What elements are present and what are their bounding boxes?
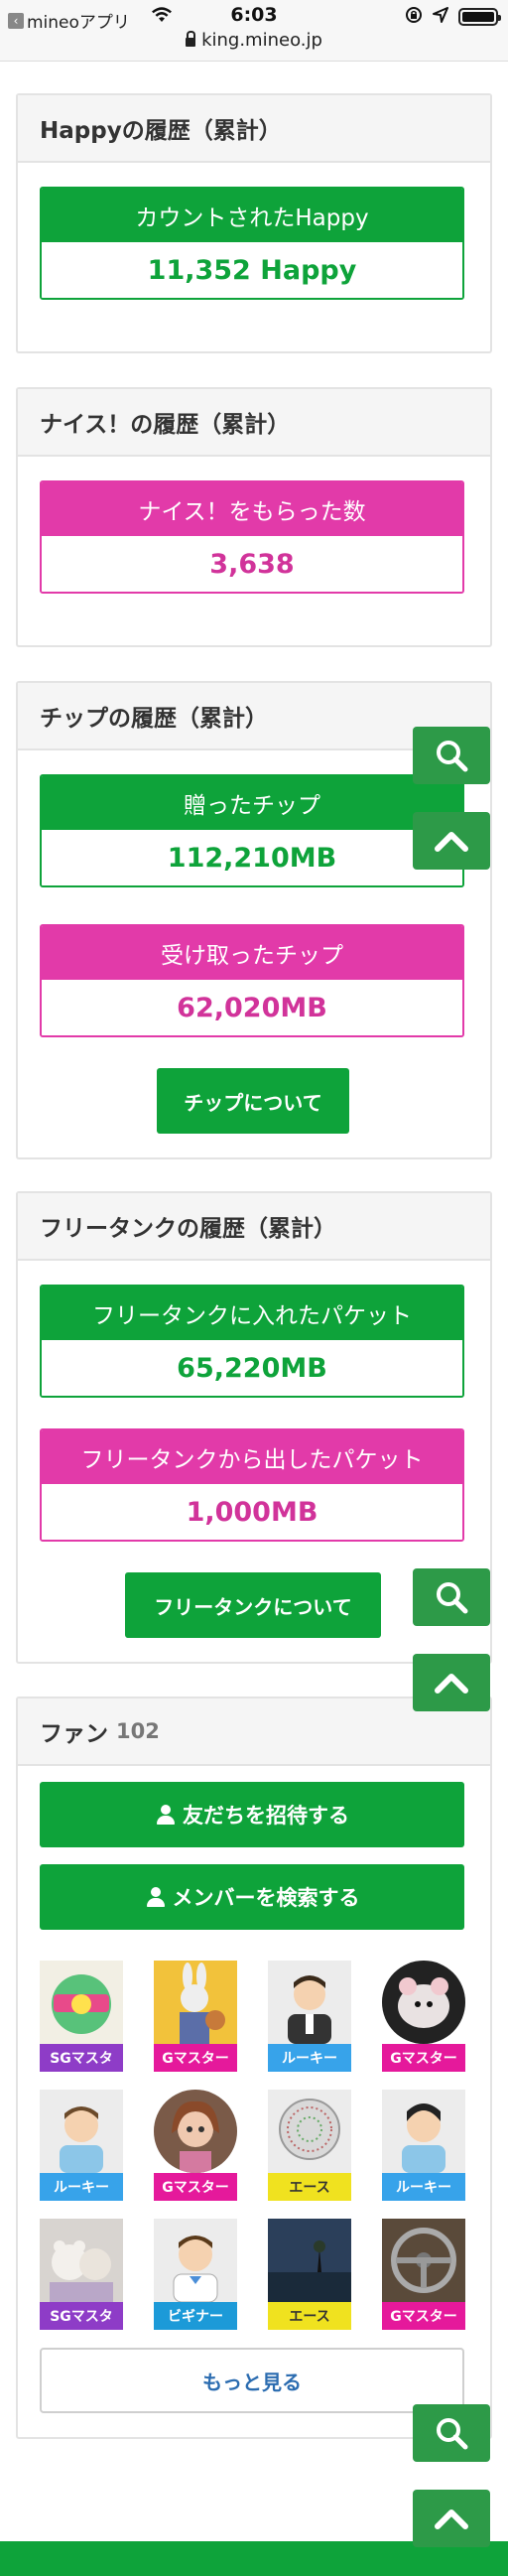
fan-item[interactable]: エース (268, 2090, 351, 2201)
fan-item[interactable]: Gマスター (154, 2090, 237, 2201)
fan-avatar (268, 2219, 351, 2302)
fan-item[interactable]: ルーキー (40, 2090, 123, 2201)
fan-avatar (154, 1961, 237, 2044)
fan-avatar (382, 2219, 465, 2302)
nice-count-label: ナイス！をもらった数 (42, 482, 462, 536)
fan-rank-badge: エース (268, 2173, 351, 2201)
tip-sent-value: 112,210MB (42, 830, 462, 885)
lock-icon (186, 31, 196, 47)
fan-rank-badge: SGマスタ (40, 2302, 123, 2330)
chevron-up-icon (434, 2507, 469, 2530)
nice-count-value: 3,638 (42, 536, 462, 592)
fan-avatar (40, 1961, 123, 2044)
fan-rank-badge: Gマスター (382, 2044, 465, 2072)
address-bar[interactable]: king.mineo.jp (0, 30, 508, 51)
freetank-history-title: フリータンクの履歴（累計） (18, 1193, 490, 1261)
nice-history-panel: ナイス！の履歴（累計） ナイス！をもらった数 3,638 (16, 387, 492, 647)
person-icon (155, 1804, 177, 1826)
floating-scroll-top-button[interactable] (413, 1654, 490, 1711)
tip-received-label: 受け取ったチップ (42, 926, 462, 980)
floating-scroll-top-button[interactable] (413, 2490, 490, 2547)
person-icon (145, 1886, 167, 1908)
status-bar: ‹ mineoアプリ 6:03 king.mineo.jp (0, 0, 508, 62)
freetank-in-box: フリータンクに入れたパケット 65,220MB (40, 1285, 464, 1398)
fan-item[interactable]: ビギナー (154, 2219, 237, 2330)
search-icon (435, 2416, 468, 2450)
fans-panel: ファン 102 友だちを招待する メンバーを検索する SGマスタ Gマスター ル… (16, 1696, 492, 2439)
fan-avatar (268, 2090, 351, 2173)
search-members-button[interactable]: メンバーを検索する (40, 1864, 464, 1930)
fan-avatar (268, 1961, 351, 2044)
fan-avatar (154, 2090, 237, 2173)
happy-count-value: 11,352 Happy (42, 242, 462, 298)
fan-rank-badge: SGマスタ (40, 2044, 123, 2072)
fan-rank-badge: ルーキー (382, 2173, 465, 2201)
fan-item[interactable]: SGマスタ (40, 1961, 123, 2072)
tip-received-box: 受け取ったチップ 62,020MB (40, 924, 464, 1037)
invite-friends-button[interactable]: 友だちを招待する (40, 1782, 464, 1847)
fan-item[interactable]: エース (268, 2219, 351, 2330)
fan-item[interactable]: ルーキー (268, 1961, 351, 2072)
fan-rank-badge: ルーキー (268, 2044, 351, 2072)
fan-rank-badge: Gマスター (382, 2302, 465, 2330)
fan-avatar (40, 2090, 123, 2173)
freetank-out-label: フリータンクから出したパケット (42, 1430, 462, 1484)
fan-item[interactable]: ルーキー (382, 2090, 465, 2201)
fan-rank-badge: エース (268, 2302, 351, 2330)
happy-history-title: Happyの履歴（累計） (18, 95, 490, 163)
freetank-out-box: フリータンクから出したパケット 1,000MB (40, 1428, 464, 1542)
fan-rank-badge: Gマスター (154, 2173, 237, 2201)
fans-title: ファン (40, 1721, 108, 1747)
location-icon (433, 7, 448, 27)
show-more-button[interactable]: もっと見る (40, 2348, 464, 2413)
nice-history-title: ナイス！の履歴（累計） (18, 389, 490, 457)
freetank-out-value: 1,000MB (42, 1484, 462, 1540)
fan-item[interactable]: Gマスター (382, 1961, 465, 2072)
fan-item[interactable]: Gマスター (154, 1961, 237, 2072)
search-icon (435, 739, 468, 772)
fan-item[interactable]: Gマスター (382, 2219, 465, 2330)
invite-friends-label: 友だちを招待する (183, 1804, 349, 1828)
tip-sent-label: 贈ったチップ (42, 776, 462, 830)
tip-sent-box: 贈ったチップ 112,210MB (40, 774, 464, 887)
floating-scroll-top-button[interactable] (413, 812, 490, 870)
fan-rank-badge: ビギナー (154, 2302, 237, 2330)
about-freetank-button[interactable]: フリータンクについて (125, 1572, 381, 1638)
tip-received-value: 62,020MB (42, 980, 462, 1035)
fan-item[interactable]: SGマスタ (40, 2219, 123, 2330)
url-text: king.mineo.jp (201, 30, 322, 51)
nice-count-box: ナイス！をもらった数 3,638 (40, 480, 464, 594)
freetank-in-value: 65,220MB (42, 1340, 462, 1396)
happy-count-label: カウントされたHappy (42, 189, 462, 242)
fan-rank-badge: Gマスター (154, 2044, 237, 2072)
about-tip-button[interactable]: チップについて (157, 1068, 349, 1134)
search-icon (435, 1580, 468, 1614)
freetank-in-label: フリータンクに入れたパケット (42, 1287, 462, 1340)
rotation-lock-icon (405, 6, 423, 28)
happy-count-box: カウントされたHappy 11,352 Happy (40, 187, 464, 300)
fan-avatar (382, 2090, 465, 2173)
fan-avatar (154, 2219, 237, 2302)
fan-rank-badge: ルーキー (40, 2173, 123, 2201)
battery-icon (458, 8, 501, 26)
chevron-up-icon (434, 1671, 469, 1695)
floating-search-button[interactable] (413, 727, 490, 784)
fan-avatar (40, 2219, 123, 2302)
floating-search-button[interactable] (413, 1568, 490, 1626)
happy-history-panel: Happyの履歴（累計） カウントされたHappy 11,352 Happy (16, 93, 492, 353)
fan-avatar (382, 1961, 465, 2044)
fans-count: 102 (116, 1719, 160, 1743)
chevron-up-icon (434, 829, 469, 853)
search-members-label: メンバーを検索する (172, 1886, 360, 1910)
floating-search-button[interactable] (413, 2404, 490, 2462)
